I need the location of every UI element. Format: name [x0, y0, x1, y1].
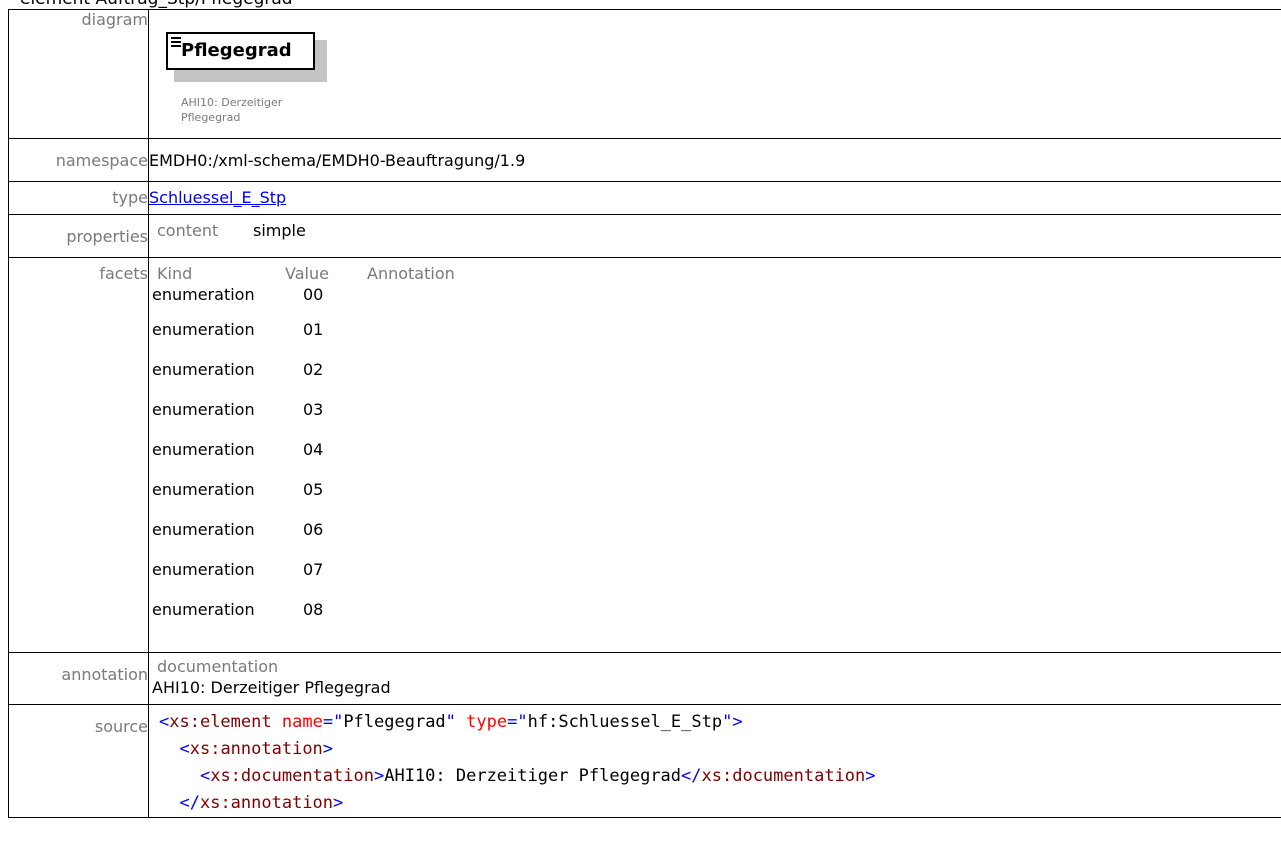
source-code: <xs:element name="Pflegegrad" type="hf:S… [153, 705, 1281, 817]
diagram-documentation: AHI10: Derzeitiger Pflegegrad [181, 95, 321, 125]
diagram-element-name: Pflegegrad [181, 40, 292, 61]
element-lines-icon [171, 37, 181, 47]
facet-row: enumeration 03 [152, 400, 324, 419]
namespace-label: namespace [8, 138, 149, 182]
source-row: source <xs:element name="Pflegegrad" typ… [8, 704, 1281, 818]
diagram-cell: Pflegegrad AHI10: Derzeitiger Pflegegrad [148, 9, 1281, 139]
properties-label: properties [8, 214, 149, 258]
element-doc-table: diagram Pflegegrad AHI10: Derzeitiger Pf… [8, 9, 1281, 818]
diagram-element-box[interactable]: Pflegegrad [166, 32, 315, 70]
type-link[interactable]: Schluessel_E_Stp [149, 188, 286, 207]
facet-row: enumeration 01 [152, 320, 324, 339]
annotation-row: annotation documentation AHI10: Derzeiti… [8, 652, 1281, 705]
source-label: source [8, 704, 149, 818]
annotation-text: AHI10: Derzeitiger Pflegegrad [152, 678, 391, 697]
type-label: type [8, 181, 149, 215]
facet-row: enumeration 00 [152, 285, 324, 304]
properties-row: properties content simple [8, 214, 1281, 258]
facets-label: facets [8, 257, 149, 653]
diagram-label: diagram [8, 9, 149, 139]
facet-row: enumeration 02 [152, 360, 324, 379]
facet-row: enumeration 05 [152, 480, 324, 499]
facet-row: enumeration 04 [152, 440, 324, 459]
annotation-key: documentation [157, 657, 279, 676]
facets-header-kind: Kind [157, 264, 193, 283]
source-line-1: <xs:element name="Pflegegrad" type="hf:S… [159, 712, 743, 732]
namespace-row: namespace EMDH0:/xml-schema/EMDH0-Beauft… [8, 138, 1281, 182]
property-key: content [157, 221, 219, 240]
namespace-value: EMDH0:/xml-schema/EMDH0-Beauftragung/1.9 [149, 151, 526, 170]
page-heading: element Auftrag_Stp/Pflegegrad [20, 0, 293, 9]
facet-row: enumeration 07 [152, 560, 324, 579]
facets-header: Kind Value Annotation [149, 258, 1281, 284]
facets-header-value: Value [285, 264, 329, 283]
properties-table: content simple [149, 215, 1281, 240]
facets-row: facets Kind Value Annotation enumeration 00… [8, 257, 1281, 653]
facets-header-annotation: Annotation [367, 264, 455, 283]
property-value: simple [253, 221, 306, 240]
diagram-row: diagram Pflegegrad AHI10: Derzeitiger Pf… [8, 9, 1281, 139]
diagram: Pflegegrad AHI10: Derzeitiger Pflegegrad [149, 10, 1281, 138]
diagram-doc-line: Pflegegrad [181, 111, 241, 124]
source-line-4: </xs:annotation> [179, 793, 344, 813]
facet-row: enumeration 06 [152, 520, 324, 539]
type-row: type Schluessel_E_Stp [8, 181, 1281, 215]
source-line-2: <xs:annotation> [179, 739, 334, 759]
annotation-label: annotation [8, 652, 149, 705]
diagram-doc-line: AHI10: Derzeitiger [181, 96, 283, 109]
facet-row: enumeration 08 [152, 600, 324, 619]
source-line-3: <xs:documentation>AHI10: Derzeitiger Pfl… [199, 766, 876, 786]
